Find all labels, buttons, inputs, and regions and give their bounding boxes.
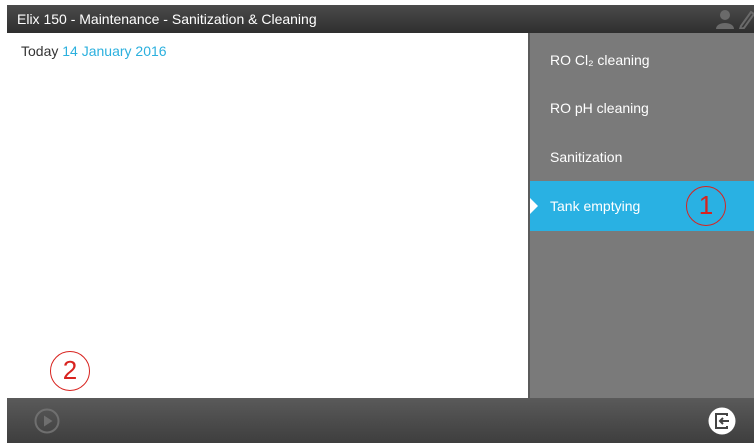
sidebar-item-label: Tank emptying <box>550 198 641 214</box>
pen-icon[interactable] <box>738 9 754 34</box>
window-title: Elix 150 - Maintenance - Sanitization & … <box>17 11 317 27</box>
today-line: Today 14 January 2016 <box>21 43 167 59</box>
main-panel: Today 14 January 2016 <box>7 33 528 398</box>
sidebar-item-label: RO pH cleaning <box>550 100 649 116</box>
sidebar-item-label: RO Cl₂ cleaning <box>550 52 650 68</box>
play-icon[interactable] <box>34 408 60 434</box>
today-date: 14 January 2016 <box>62 43 167 59</box>
sidebar-item-label: Sanitization <box>550 149 623 165</box>
user-icon[interactable] <box>715 9 735 34</box>
sidebar-item-ro-cl2-cleaning[interactable]: RO Cl₂ cleaning <box>530 35 754 85</box>
callout-marker-1: 1 <box>686 186 726 226</box>
title-bar: Elix 150 - Maintenance - Sanitization & … <box>7 5 754 33</box>
sidebar-item-ro-ph-cleaning[interactable]: RO pH cleaning <box>530 83 754 133</box>
exit-icon[interactable] <box>708 407 736 435</box>
today-label: Today <box>21 43 59 59</box>
sidebar-item-sanitization[interactable]: Sanitization <box>530 132 754 182</box>
callout-marker-2: 2 <box>50 351 90 391</box>
bottom-bar <box>7 398 754 443</box>
